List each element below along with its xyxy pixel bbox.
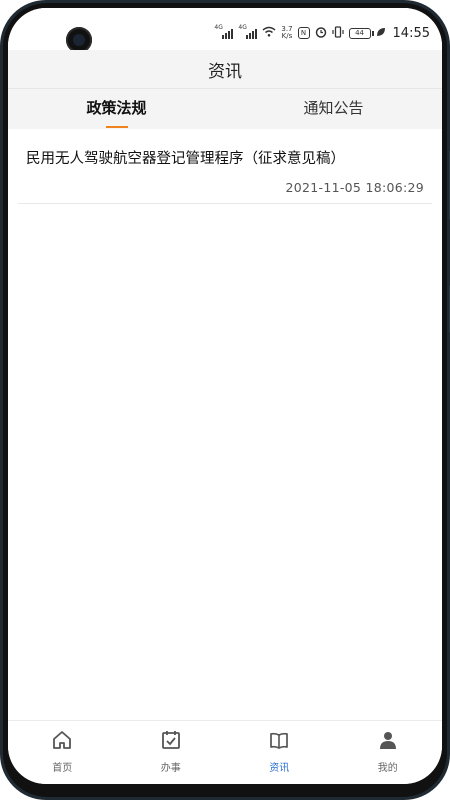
nav-label-home: 首页: [52, 763, 73, 774]
status-icons: 4G 4G 3.7 K/s N 44 14:55: [214, 24, 430, 42]
wifi-icon: [262, 26, 276, 40]
book-icon: [268, 729, 290, 755]
nav-label-services: 办事: [160, 763, 181, 774]
nav-label-news: 资讯: [269, 763, 290, 774]
list-item-date: 2021-11-05 18:06:29: [285, 180, 424, 195]
page-title: 资讯: [208, 61, 242, 82]
calendar-check-icon: [160, 729, 182, 755]
nav-label-mine: 我的: [377, 763, 398, 774]
vibrate-icon: [331, 25, 344, 41]
tab-policy-regulations[interactable]: 政策法规: [8, 89, 225, 129]
nav-item-mine[interactable]: 我的: [334, 721, 443, 784]
news-list: 民用无人驾驶航空器登记管理程序（征求意见稿） 2021-11-05 18:06:…: [8, 129, 442, 204]
signal-2-label: 4G: [238, 24, 247, 31]
tab-notices[interactable]: 通知公告: [225, 89, 442, 129]
battery-icon: 44: [348, 27, 374, 39]
network-speed: 3.7 K/s: [281, 26, 292, 40]
status-bar: 4G 4G 3.7 K/s N 44 14:55: [8, 8, 442, 53]
screen: 4G 4G 3.7 K/s N 44 14:55 资讯 政策法规 通知公告 民用…: [8, 8, 442, 784]
bottom-navigation: 首页 办事 资讯 我的: [8, 720, 442, 784]
list-item-title: 民用无人驾驶航空器登记管理程序（征求意见稿）: [26, 151, 345, 167]
alarm-icon: [315, 26, 327, 41]
person-icon: [377, 729, 399, 755]
list-item[interactable]: 民用无人驾驶航空器登记管理程序（征求意见稿） 2021-11-05 18:06:…: [18, 129, 432, 204]
home-icon: [51, 729, 73, 755]
nav-item-services[interactable]: 办事: [117, 721, 226, 784]
signal-1-label: 4G: [214, 24, 223, 31]
signal-icon: 4G: [214, 24, 234, 39]
leaf-icon: [376, 27, 386, 40]
nav-item-news[interactable]: 资讯: [225, 721, 334, 784]
signal-icon: 4G: [238, 24, 258, 39]
tab-bar: 政策法规 通知公告: [8, 88, 442, 129]
nav-item-home[interactable]: 首页: [8, 721, 117, 784]
clock: 14:55: [392, 25, 430, 41]
speed-unit: K/s: [281, 32, 293, 40]
phone-frame: 4G 4G 3.7 K/s N 44 14:55 资讯 政策法规 通知公告 民用…: [0, 0, 450, 800]
nfc-icon: N: [297, 27, 310, 39]
battery-level: 44: [355, 29, 364, 37]
page-title-bar: 资讯: [8, 50, 442, 88]
